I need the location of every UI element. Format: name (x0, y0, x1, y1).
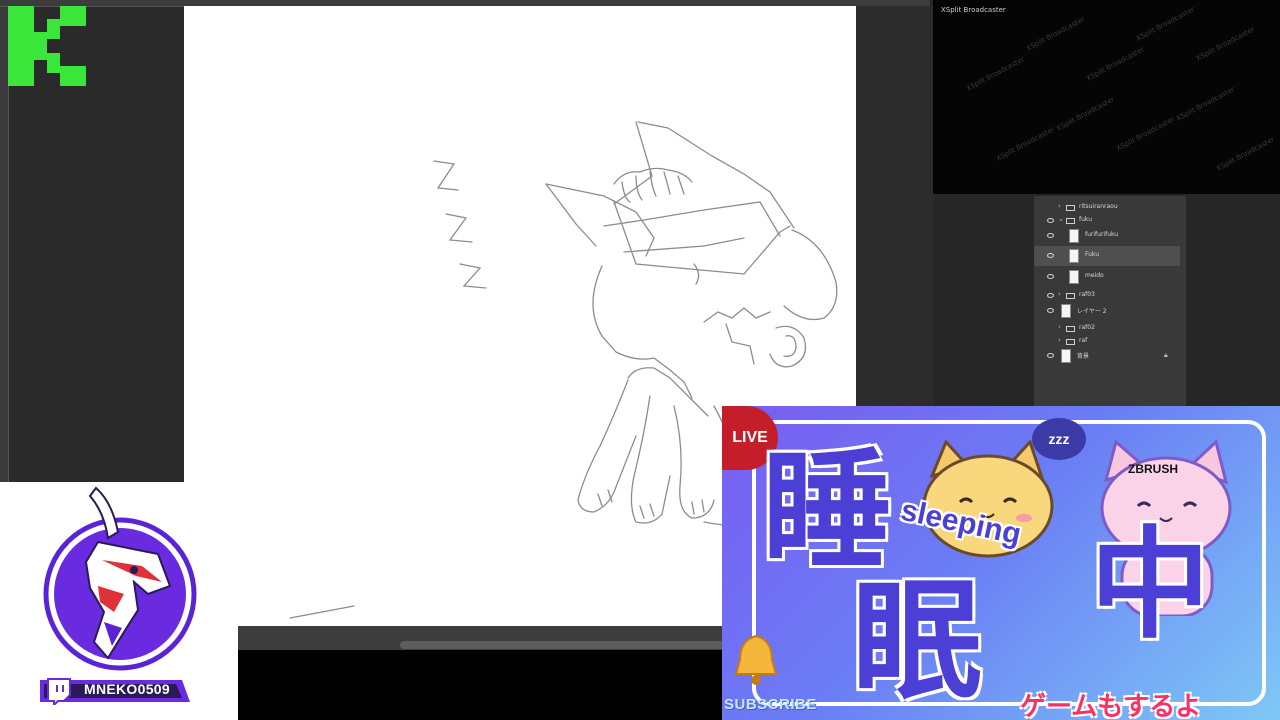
layer-name: raf02 (1079, 324, 1095, 331)
layer-thumbnail (1069, 270, 1079, 284)
channel-k-logo (8, 6, 86, 86)
twitch-icon (47, 678, 71, 705)
sleep-bubble: zzz (1032, 418, 1086, 460)
bell-icon (734, 634, 778, 685)
watermark: XSplit Broadcaster (994, 125, 1056, 163)
visibility-eye-icon[interactable] (1047, 218, 1054, 223)
layer-row[interactable]: レイヤー 2 (1034, 301, 1180, 321)
layer-thumbnail (1069, 249, 1079, 263)
layer-row[interactable]: 背景 🔒︎ (1034, 346, 1180, 366)
layer-thumbnail (1069, 229, 1079, 243)
layer-name: Fuku (1085, 251, 1100, 258)
visibility-eye-icon[interactable] (1047, 253, 1054, 258)
layer-row[interactable]: furifurifuku (1034, 226, 1180, 246)
broadcaster-preview: XSplit Broadcaster XSplit Broadcaster XS… (933, 0, 1280, 194)
collapse-chevron-icon[interactable]: ⌄ (1058, 215, 1064, 223)
watermark: XSplit Broadcaster (1134, 5, 1196, 43)
panel-gutter (1186, 196, 1280, 406)
visibility-eye-icon[interactable] (1047, 308, 1054, 313)
watermark: XSplit Broadcaster (1024, 15, 1086, 53)
visibility-eye-icon[interactable] (1047, 274, 1054, 279)
layer-name: raf (1079, 337, 1088, 344)
layer-name: furifurifuku (1085, 231, 1119, 238)
kanji-sleep-1: 睡 (762, 435, 893, 587)
visibility-eye-icon[interactable] (1047, 353, 1054, 358)
watermark: XSplit Broadcaster (1174, 85, 1236, 123)
layer-name: fuku (1079, 216, 1093, 223)
expand-chevron-icon[interactable]: › (1058, 323, 1061, 331)
expand-chevron-icon[interactable]: › (1058, 290, 1061, 298)
layer-row-selected[interactable]: Fuku (1034, 246, 1180, 266)
zbrush-logo: ZBRUSH (1128, 462, 1178, 476)
lock-icon[interactable]: 🔒︎ (1164, 351, 1168, 360)
status-area (238, 650, 728, 720)
layer-name: 背景 (1077, 353, 1090, 360)
expand-chevron-icon[interactable]: › (1058, 336, 1061, 344)
visibility-eye-icon[interactable] (1047, 293, 1054, 298)
streamer-tag: MNEKO0509 (40, 676, 190, 706)
visibility-eye-icon[interactable] (1047, 233, 1054, 238)
watermark: XSplit Broadcaster (1114, 115, 1176, 153)
watermark: XSplit Broadcaster (1054, 95, 1116, 133)
scrollbar-thumb[interactable] (400, 641, 730, 649)
watermark: XSplit Broadcaster (964, 55, 1026, 93)
layer-name: ritsuiranraou (1079, 203, 1118, 210)
layer-thumbnail (1061, 304, 1071, 318)
watermark: XSplit Broadcaster (1194, 25, 1256, 63)
layer-thumbnail (1061, 349, 1071, 363)
kanji-sleep-2: 眠 (852, 565, 983, 717)
layer-row[interactable]: meido (1034, 267, 1180, 287)
kanji-middle: 中 (1090, 516, 1210, 655)
folder-icon (1066, 218, 1075, 224)
broadcaster-title: XSplit Broadcaster (941, 6, 1006, 14)
layer-name: raf03 (1079, 291, 1095, 298)
layer-name: meido (1085, 272, 1104, 279)
stream-thumbnail: LIVE zzz ZBRUSH 睡 眠 中 sleeping SUBSCRIBE… (722, 406, 1280, 720)
dragon-mascot-logo (43, 486, 197, 671)
expand-chevron-icon[interactable]: › (1058, 202, 1061, 210)
folder-icon (1066, 293, 1075, 299)
subscribe-label: SUBSCRIBE (724, 696, 817, 713)
watermark: XSplit Broadcaster (1084, 45, 1146, 83)
layers-panel: › ritsuiranraou ⌄ fuku furifurifuku Fuku… (1034, 196, 1186, 406)
watermark: XSplit Broadcaster (1214, 135, 1276, 173)
streamer-handle: MNEKO0509 (84, 681, 170, 697)
folder-icon (1066, 339, 1075, 345)
game-text: ゲームもするよ (1020, 692, 1202, 720)
layer-name: レイヤー 2 (1077, 308, 1107, 315)
